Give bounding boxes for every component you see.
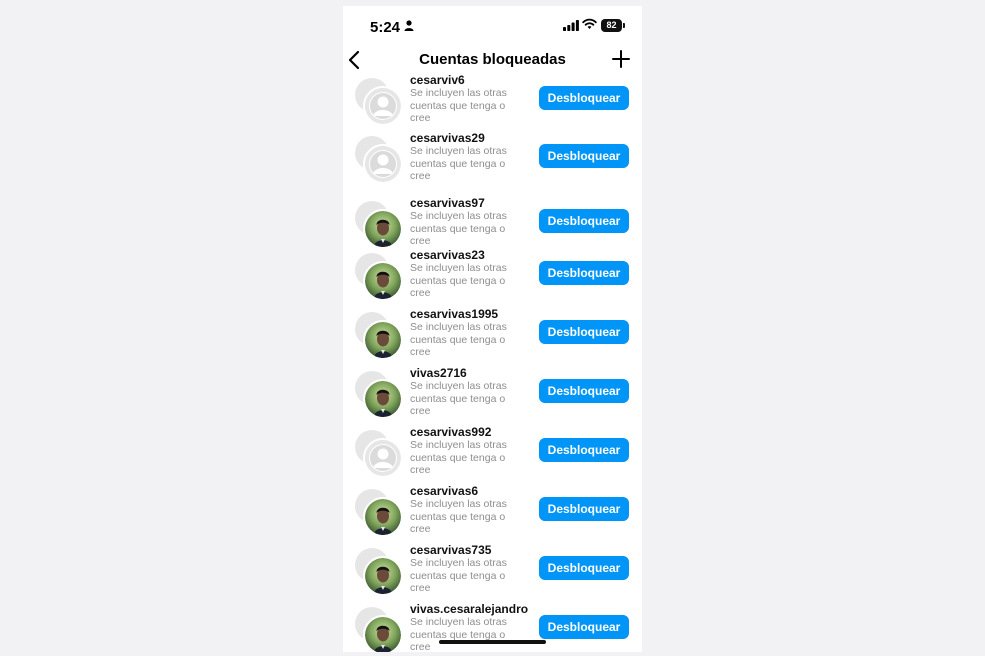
default-avatar-icon	[363, 438, 403, 478]
default-avatar-icon	[363, 144, 403, 184]
avatar[interactable]	[355, 78, 403, 126]
account-username[interactable]: cesarvivas992	[410, 426, 491, 439]
avatar[interactable]	[355, 201, 403, 249]
profile-photo-icon	[363, 379, 403, 419]
add-icon[interactable]	[611, 49, 631, 69]
list-item: vivas.cesaralejandro Se incluyen las otra…	[343, 603, 642, 652]
unblock-button[interactable]: Desbloquear	[539, 320, 629, 344]
account-description: Se incluyen las otras cuentas que tenga …	[410, 498, 507, 535]
avatar[interactable]	[355, 430, 403, 478]
default-avatar-icon	[363, 86, 403, 126]
account-username[interactable]: cesarvivas735	[410, 544, 491, 557]
list-item: cesarvivas97 Se incluyen las otras cuenta…	[343, 197, 642, 256]
account-username[interactable]: cesarviv6	[410, 74, 465, 87]
profile-photo-icon	[363, 320, 403, 360]
account-description: Se incluyen las otras cuentas que tenga …	[410, 557, 507, 594]
account-username[interactable]: cesarvivas6	[410, 485, 478, 498]
phone-screen: 5:24 82 Cuentas bloqueadas cesarviv6 Se i…	[343, 6, 642, 652]
unblock-button[interactable]: Desbloquear	[539, 556, 629, 580]
account-description: Se incluyen las otras cuentas que tenga …	[410, 210, 507, 247]
unblock-button[interactable]: Desbloquear	[539, 497, 629, 521]
unblock-button[interactable]: Desbloquear	[539, 209, 629, 233]
home-indicator	[439, 640, 546, 644]
status-bar: 5:24 82	[343, 6, 642, 46]
person-icon	[404, 20, 414, 31]
unblock-button[interactable]: Desbloquear	[539, 261, 629, 285]
unblock-button[interactable]: Desbloquear	[539, 144, 629, 168]
profile-photo-icon	[363, 497, 403, 537]
account-username[interactable]: vivas.cesaralejandro	[410, 603, 528, 616]
account-username[interactable]: cesarvivas1995	[410, 308, 498, 321]
wifi-icon	[582, 18, 597, 29]
profile-photo-icon	[363, 261, 403, 301]
account-description: Se incluyen las otras cuentas que tenga …	[410, 145, 507, 182]
list-item: cesarvivas29 Se incluyen las otras cuenta…	[343, 132, 642, 191]
unblock-button[interactable]: Desbloquear	[539, 379, 629, 403]
avatar[interactable]	[355, 371, 403, 419]
account-description: Se incluyen las otras cuentas que tenga …	[410, 380, 507, 417]
avatar[interactable]	[355, 607, 403, 652]
list-item: cesarviv6 Se incluyen las otras cuentas q…	[343, 74, 642, 133]
list-item: cesarvivas735 Se incluyen las otras cuent…	[343, 544, 642, 603]
avatar[interactable]	[355, 489, 403, 537]
avatar[interactable]	[355, 548, 403, 596]
battery-icon: 82	[601, 19, 622, 32]
profile-photo-icon	[363, 556, 403, 596]
profile-photo-icon	[363, 209, 403, 249]
unblock-button[interactable]: Desbloquear	[539, 86, 629, 110]
list-item: cesarvivas6 Se incluyen las otras cuentas…	[343, 485, 642, 544]
account-username[interactable]: vivas2716	[410, 367, 467, 380]
account-description: Se incluyen las otras cuentas que tenga …	[410, 616, 507, 652]
avatar[interactable]	[355, 312, 403, 360]
unblock-button[interactable]: Desbloquear	[539, 438, 629, 462]
profile-photo-icon	[363, 615, 403, 652]
avatar[interactable]	[355, 253, 403, 301]
cellular-signal-icon	[563, 20, 579, 31]
account-username[interactable]: cesarvivas23	[410, 249, 485, 262]
account-description: Se incluyen las otras cuentas que tenga …	[410, 87, 507, 124]
list-item: cesarvivas992 Se incluyen las otras cuent…	[343, 426, 642, 485]
account-description: Se incluyen las otras cuentas que tenga …	[410, 439, 507, 476]
list-item: cesarvivas1995 Se incluyen las otras cuen…	[343, 308, 642, 367]
page-title: Cuentas bloqueadas	[419, 51, 566, 68]
account-username[interactable]: cesarvivas97	[410, 197, 485, 210]
blocked-accounts-list: cesarviv6 Se incluyen las otras cuentas q…	[343, 74, 642, 652]
account-description: Se incluyen las otras cuentas que tenga …	[410, 321, 507, 358]
account-username[interactable]: cesarvivas29	[410, 132, 485, 145]
list-item: vivas2716 Se incluyen las otras cuentas q…	[343, 367, 642, 426]
account-description: Se incluyen las otras cuentas que tenga …	[410, 262, 507, 299]
nav-bar: Cuentas bloqueadas	[343, 46, 642, 76]
avatar[interactable]	[355, 136, 403, 184]
battery-tip	[623, 23, 625, 28]
status-time: 5:24	[370, 19, 401, 36]
unblock-button[interactable]: Desbloquear	[539, 615, 629, 639]
list-item: cesarvivas23 Se incluyen las otras cuenta…	[343, 249, 642, 308]
